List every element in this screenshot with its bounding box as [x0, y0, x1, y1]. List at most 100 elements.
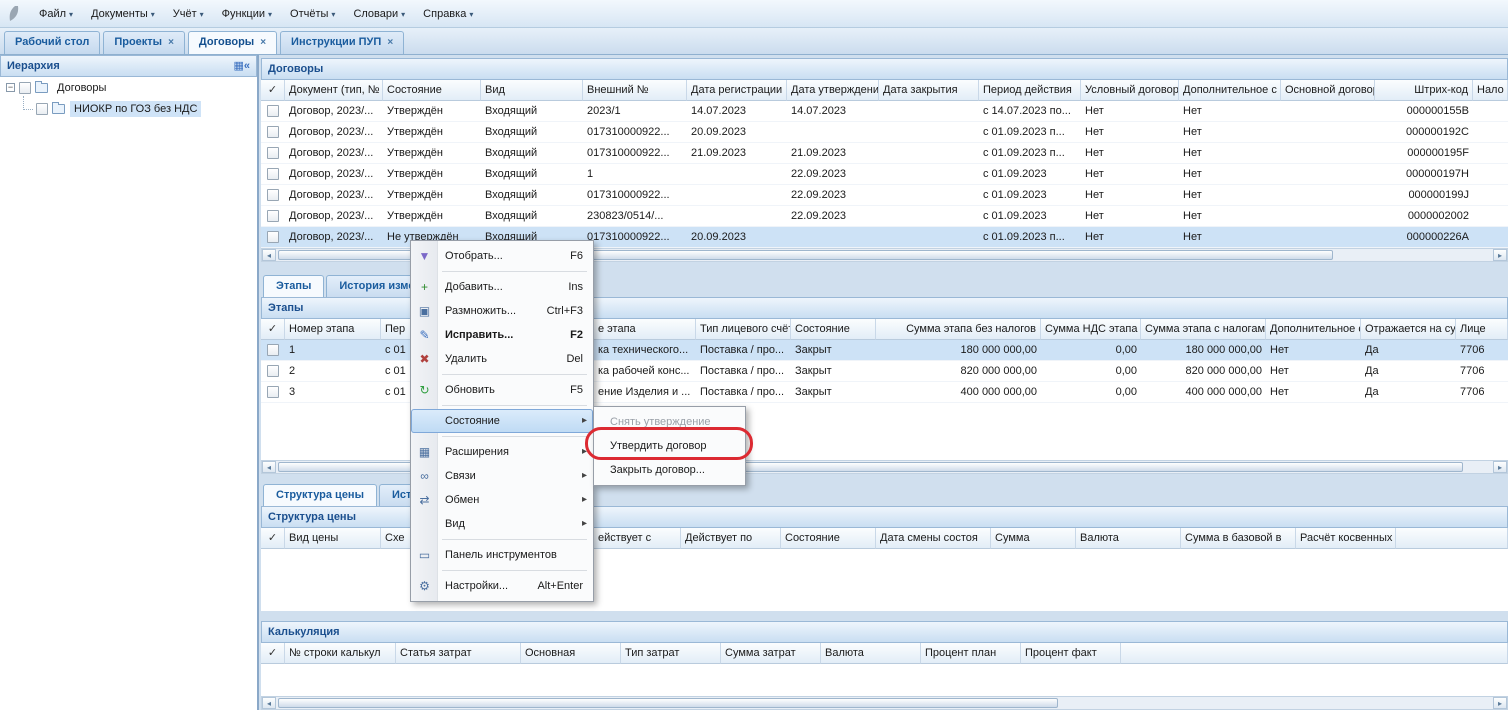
context-menu-item[interactable]: ✎Исправить...F2 [411, 323, 593, 347]
column-header[interactable]: Сумма в базовой в [1181, 528, 1296, 549]
column-header[interactable]: ✓ [261, 80, 285, 101]
column-header[interactable]: Тип лицевого счёт [696, 319, 791, 340]
context-menu-item[interactable]: ⇄Обмен▸ [411, 488, 593, 512]
table-row[interactable]: Договор, 2023/...УтверждёнВходящий230823… [261, 206, 1508, 227]
row-checkbox[interactable] [267, 105, 279, 117]
scroll-left-arrow-icon[interactable]: ◂ [262, 697, 276, 709]
context-menu-item[interactable]: ▣Размножить...Ctrl+F3 [411, 299, 593, 323]
row-checkbox[interactable] [267, 147, 279, 159]
context-menu-item[interactable]: ▼Отобрать...F6 [411, 244, 593, 268]
column-header[interactable]: Процент план [921, 643, 1021, 664]
scroll-left-arrow-icon[interactable]: ◂ [262, 249, 276, 261]
close-icon[interactable]: × [387, 37, 393, 48]
column-header[interactable]: Номер этапа [285, 319, 381, 340]
document-tab[interactable]: Договоры× [188, 31, 277, 54]
node-checkbox[interactable] [36, 103, 48, 115]
row-checkbox[interactable] [267, 365, 279, 377]
row-checkbox[interactable] [267, 189, 279, 201]
context-menu-item[interactable]: +Добавить...Ins [411, 275, 593, 299]
column-header[interactable]: Статья затрат [396, 643, 521, 664]
menubar-item[interactable]: Отчёты▾ [281, 4, 344, 24]
column-header[interactable] [1121, 643, 1508, 664]
section-tab[interactable]: Этапы [263, 275, 324, 297]
context-menu-item[interactable]: ✖УдалитьDel [411, 347, 593, 371]
column-header[interactable]: Процент факт [1021, 643, 1121, 664]
column-header[interactable]: Лице [1456, 319, 1508, 340]
menubar-item[interactable]: Учёт▾ [164, 4, 213, 24]
document-tab[interactable]: Рабочий стол [4, 31, 100, 54]
column-header[interactable]: Состояние [383, 80, 481, 101]
column-header[interactable]: Дата смены состоя [876, 528, 991, 549]
document-tab[interactable]: Проекты× [103, 31, 185, 54]
menubar-item[interactable]: Документы▾ [82, 4, 164, 24]
column-header[interactable]: Период действия [979, 80, 1081, 101]
tree-node[interactable]: НИОКР по ГОЗ без НДС [0, 98, 257, 119]
column-header[interactable]: Основная [521, 643, 621, 664]
column-header[interactable]: Дата регистрации [687, 80, 787, 101]
column-header[interactable]: Документ (тип, № [285, 80, 383, 101]
row-checkbox[interactable] [267, 210, 279, 222]
column-header[interactable]: Тип затрат [621, 643, 721, 664]
scroll-right-arrow-icon[interactable]: ▸ [1493, 461, 1507, 473]
column-header[interactable]: Условный договор [1081, 80, 1179, 101]
column-header[interactable]: ✓ [261, 643, 285, 664]
column-header[interactable]: Сумма НДС этапа [1041, 319, 1141, 340]
column-header[interactable]: ✓ [261, 528, 285, 549]
column-header[interactable]: Дата закрытия [879, 80, 979, 101]
menubar-item[interactable]: Функции▾ [213, 4, 281, 24]
column-header[interactable]: Дополнительное с [1266, 319, 1361, 340]
table-row[interactable]: Договор, 2023/...УтверждёнВходящий2023/1… [261, 101, 1508, 122]
column-header[interactable]: № строки калькул [285, 643, 396, 664]
column-header[interactable]: Внешний № [583, 80, 687, 101]
scroll-right-arrow-icon[interactable]: ▸ [1493, 249, 1507, 261]
row-checkbox[interactable] [267, 386, 279, 398]
close-icon[interactable]: × [168, 37, 174, 48]
table-row[interactable]: Договор, 2023/...УтверждёнВходящий122.09… [261, 164, 1508, 185]
column-header[interactable]: ✓ [261, 319, 285, 340]
column-header[interactable]: Вид цены [285, 528, 381, 549]
section-tab[interactable]: Структура цены [263, 484, 377, 506]
horizontal-scrollbar[interactable]: ◂ ▸ [261, 696, 1508, 710]
column-header[interactable]: ействует с [594, 528, 681, 549]
node-checkbox[interactable] [19, 82, 31, 94]
column-header[interactable]: Дополнительное с [1179, 80, 1281, 101]
expander-icon[interactable]: − [6, 83, 15, 92]
collapse-icon[interactable]: « [244, 60, 250, 72]
grid-icon[interactable]: ▦ [233, 60, 243, 72]
column-header[interactable]: Нало [1473, 80, 1508, 101]
column-header[interactable]: Сумма [991, 528, 1076, 549]
column-header[interactable]: Сумма этапа с налогами [1141, 319, 1266, 340]
scroll-right-arrow-icon[interactable]: ▸ [1493, 697, 1507, 709]
column-header[interactable]: Расчёт косвенных [1296, 528, 1396, 549]
context-menu-item[interactable]: ▦Расширения▸ [411, 440, 593, 464]
menubar-item[interactable]: Справка▾ [414, 4, 482, 24]
close-icon[interactable]: × [260, 37, 266, 48]
table-row[interactable]: Договор, 2023/...УтверждёнВходящий017310… [261, 185, 1508, 206]
context-menu-item[interactable]: ▭Панель инструментов [411, 543, 593, 567]
scroll-left-arrow-icon[interactable]: ◂ [262, 461, 276, 473]
table-row[interactable]: Договор, 2023/...УтверждёнВходящий017310… [261, 122, 1508, 143]
document-tab[interactable]: Инструкции ПУП× [280, 31, 404, 54]
context-menu-item[interactable]: Вид▸ [411, 512, 593, 536]
menubar-item[interactable]: Словари▾ [344, 4, 414, 24]
state-submenu-item[interactable]: Закрыть договор... [594, 458, 745, 482]
context-menu-item[interactable]: ⚙Настройки...Alt+Enter [411, 574, 593, 598]
row-checkbox[interactable] [267, 231, 279, 243]
scrollbar-thumb[interactable] [278, 698, 1058, 708]
column-header[interactable]: Сумма этапа без налогов [876, 319, 1041, 340]
state-submenu-item[interactable]: Утвердить договор [594, 434, 745, 458]
column-header[interactable]: Основной договор [1281, 80, 1375, 101]
column-header[interactable]: Дата утверждения [787, 80, 879, 101]
column-header[interactable]: Состояние [791, 319, 876, 340]
table-row[interactable]: Договор, 2023/...УтверждёнВходящий017310… [261, 143, 1508, 164]
column-header[interactable] [1396, 528, 1508, 549]
column-header[interactable]: Отражается на су [1361, 319, 1456, 340]
menubar-item[interactable]: Файл▾ [30, 4, 82, 24]
column-header[interactable]: Состояние [781, 528, 876, 549]
column-header[interactable]: Штрих-код [1375, 80, 1473, 101]
row-checkbox[interactable] [267, 168, 279, 180]
row-checkbox[interactable] [267, 126, 279, 138]
column-header[interactable]: Вид [481, 80, 583, 101]
column-header[interactable]: Действует по [681, 528, 781, 549]
row-checkbox[interactable] [267, 344, 279, 356]
